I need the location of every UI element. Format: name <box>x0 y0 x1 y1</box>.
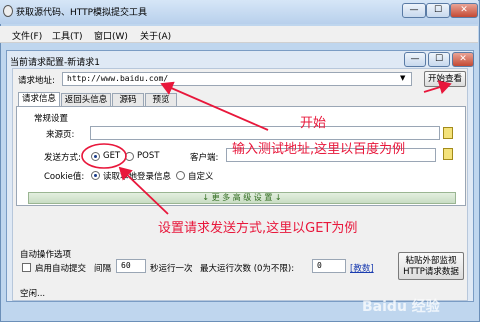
annotation-overlay <box>81 80 452 215</box>
annotation-input-url: 输入测试地址,这里以百度为例 <box>232 142 406 157</box>
annotation-arrow-url <box>160 81 269 131</box>
annotation-arrow-start <box>423 80 452 95</box>
annotation-circle-get <box>81 143 127 169</box>
annotation-set-method: 设置请求发送方式,这里以GET为例 <box>158 221 358 236</box>
watermark: Baidu 经验 <box>362 299 440 315</box>
annotation-start: 开始 <box>300 116 327 131</box>
annotation-arrow-method <box>118 166 169 215</box>
